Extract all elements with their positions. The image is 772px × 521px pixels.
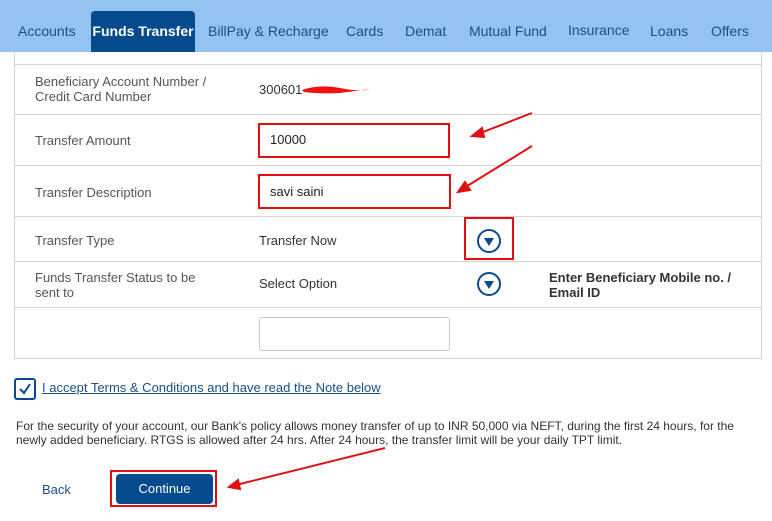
arrow-continue <box>235 447 386 486</box>
annotation-arrows <box>226 112 533 491</box>
arrow-description <box>463 145 533 189</box>
arrow-amount <box>477 112 533 135</box>
